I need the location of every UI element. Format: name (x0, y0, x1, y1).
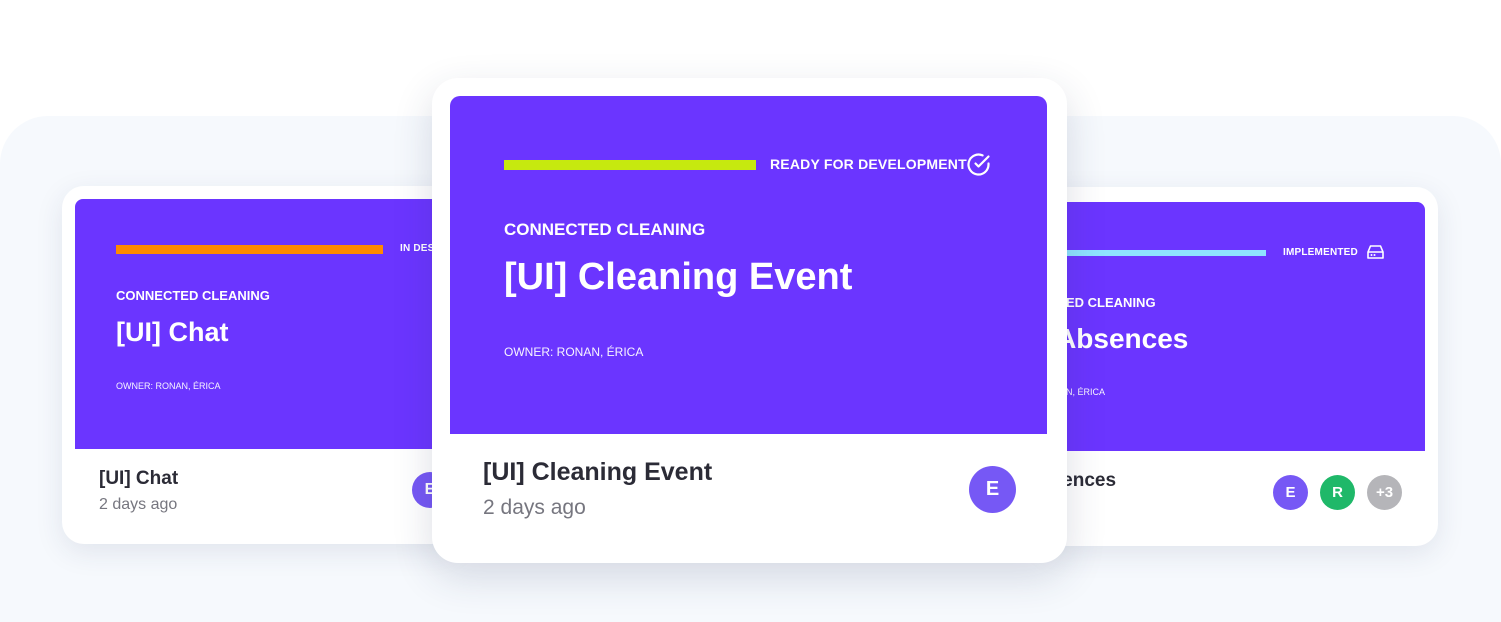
cover-title: [UI] Chat (116, 317, 229, 347)
more-avatars-badge[interactable]: +3 (1367, 475, 1402, 510)
avatar[interactable]: E (969, 466, 1016, 513)
task-card-absences[interactable]: IMPLEMENTED ECTED CLEANING ] Absences RO… (1040, 187, 1438, 546)
status-progress-bar (116, 245, 383, 254)
avatar[interactable]: E (1273, 475, 1308, 510)
card-timestamp: 2 days ago (99, 496, 178, 513)
project-name: CONNECTED CLEANING (504, 220, 706, 239)
status-label: READY FOR DEVELOPMENT (770, 156, 967, 172)
owner-label: OWNER: RONAN, ÉRICA (504, 345, 644, 359)
status-label: IMPLEMENTED (1283, 247, 1358, 258)
project-name: CONNECTED CLEANING (116, 288, 270, 303)
hard-drive-icon (1367, 245, 1384, 259)
task-card-chat[interactable]: IN DES CONNECTED CLEANING [UI] Chat OWNE… (62, 186, 462, 544)
check-circle-icon (967, 153, 990, 176)
status-progress-bar (1040, 250, 1266, 256)
cover-title: [UI] Cleaning Event (504, 256, 853, 298)
card-timestamp: 2 days ago (483, 496, 586, 519)
card-cover: IN DES CONNECTED CLEANING [UI] Chat OWNE… (75, 199, 455, 449)
card-cover: IMPLEMENTED ECTED CLEANING ] Absences RO… (1040, 202, 1425, 451)
status-progress-bar (504, 160, 756, 170)
owner-label: OWNER: RONAN, ÉRICA (116, 381, 221, 391)
card-title[interactable]: [UI] Cleaning Event (483, 458, 712, 487)
task-card-cleaning-event[interactable]: READY FOR DEVELOPMENT CONNECTED CLEANING… (432, 78, 1067, 563)
status-label: IN DES (400, 243, 435, 254)
avatar[interactable]: R (1320, 475, 1355, 510)
card-title[interactable]: [UI] Chat (99, 468, 178, 490)
card-cover: READY FOR DEVELOPMENT CONNECTED CLEANING… (450, 96, 1047, 434)
